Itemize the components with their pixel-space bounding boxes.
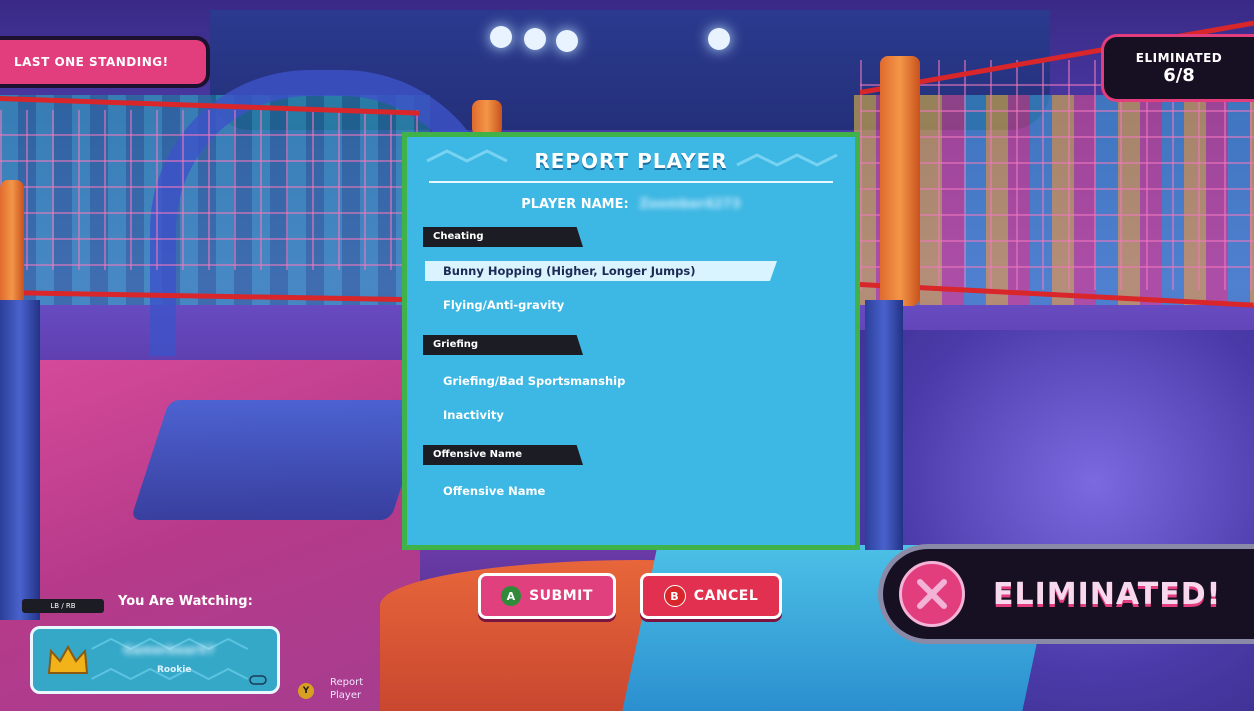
category-griefing: Griefing (423, 335, 583, 355)
report-player-hint[interactable]: Report Player (330, 676, 363, 702)
round-name-tag: LAST ONE STANDING! (0, 36, 210, 88)
platform-block (130, 400, 430, 520)
stadium-light (490, 26, 512, 48)
ring-post (0, 180, 24, 310)
title-divider (429, 181, 833, 183)
eliminated-text: ELIMINATED! (993, 577, 1222, 612)
report-hint-line2: Player (330, 690, 362, 701)
submit-label: SUBMIT (529, 588, 593, 604)
ring-net-left (0, 110, 430, 270)
option-inactivity[interactable]: Inactivity (435, 405, 504, 425)
x-mark (917, 579, 947, 609)
ring-post (880, 56, 920, 306)
watched-player-card: Gamerbear97 Rookie (30, 626, 280, 694)
report-player-dialog: REPORT PLAYER PLAYER NAME: Zoomber4273 C… (402, 132, 860, 550)
option-bunny-hopping[interactable]: Bunny Hopping (Higher, Longer Jumps) (425, 261, 777, 281)
watched-player-name: Gamerbear97 (123, 643, 215, 657)
crown-icon (47, 644, 89, 674)
option-offensive-name[interactable]: Offensive Name (435, 481, 545, 501)
ring-post-base (865, 300, 903, 550)
b-button-icon: B (663, 585, 686, 607)
watching-label: You Are Watching: (118, 594, 253, 609)
x-icon (899, 561, 965, 627)
category-cheating: Cheating (423, 227, 583, 247)
switch-player-keys[interactable]: LB / RB (22, 599, 104, 613)
eliminated-counter-value: 6/8 (1163, 64, 1195, 86)
ring-post-base (0, 300, 40, 620)
eliminated-counter: ELIMINATED 6/8 (1101, 34, 1254, 102)
watched-player-rank: Rookie (157, 665, 192, 675)
y-button-icon[interactable]: Y (298, 683, 314, 699)
stadium-light (708, 28, 730, 50)
gamepad-icon (249, 675, 267, 685)
player-name-value: Zoomber4273 (639, 197, 741, 212)
a-button-icon: A (501, 586, 522, 606)
ring-post (472, 100, 502, 136)
option-flying[interactable]: Flying/Anti-gravity (435, 295, 564, 315)
dialog-title: REPORT PLAYER (534, 149, 728, 173)
player-name-label: PLAYER NAME: (521, 197, 629, 212)
stadium-light (524, 28, 546, 50)
cancel-button[interactable]: B CANCEL (640, 573, 782, 619)
cancel-label: CANCEL (693, 588, 759, 604)
report-hint-line1: Report (330, 677, 364, 688)
eliminated-counter-label: ELIMINATED (1135, 50, 1223, 65)
option-griefing-bad-sportsmanship[interactable]: Griefing/Bad Sportsmanship (435, 371, 625, 391)
player-name-row: PLAYER NAME: Zoomber4273 (407, 197, 855, 212)
category-offensive-name: Offensive Name (423, 445, 583, 465)
eliminated-banner: ELIMINATED! (878, 544, 1254, 644)
stadium-light (556, 30, 578, 52)
submit-button[interactable]: A SUBMIT (478, 573, 616, 619)
